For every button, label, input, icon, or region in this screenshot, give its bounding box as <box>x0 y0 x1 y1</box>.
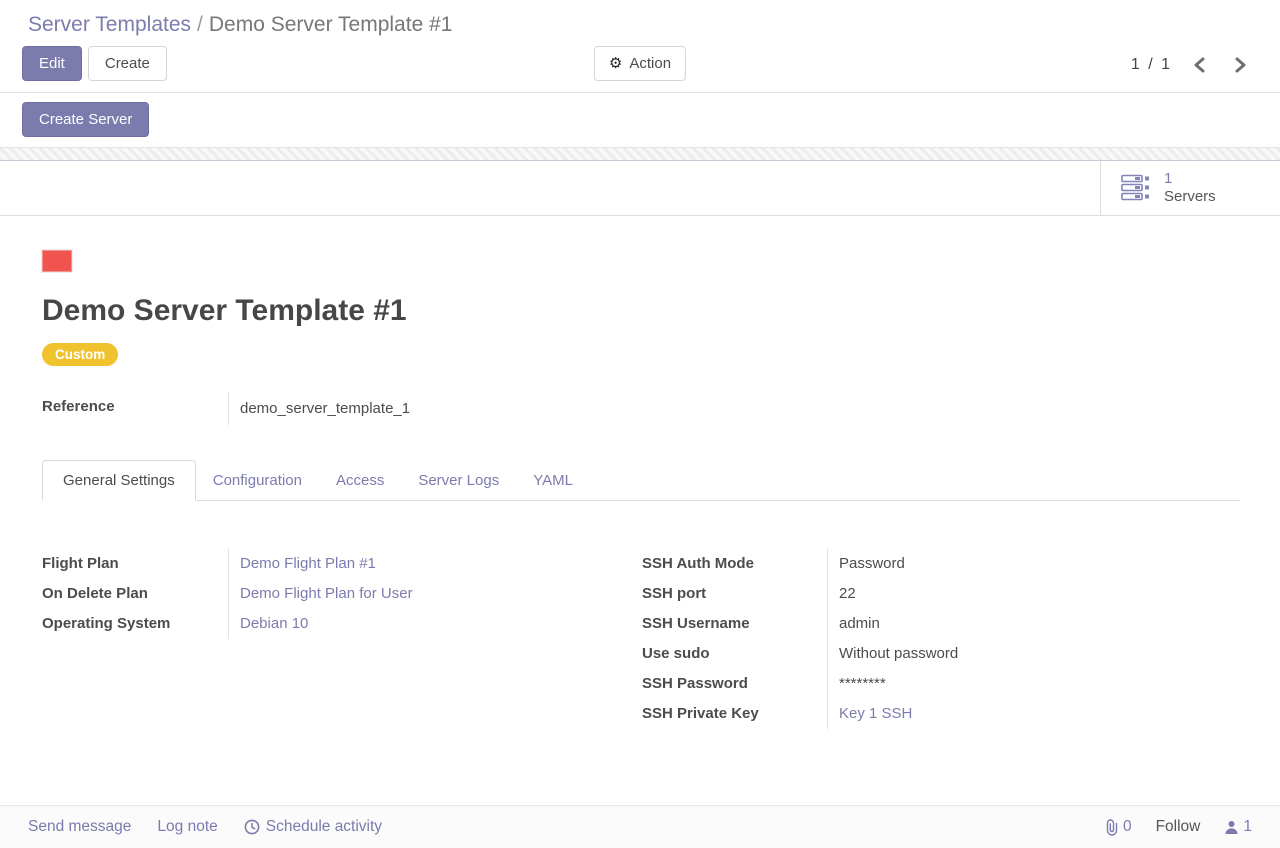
edit-button[interactable]: Edit <box>22 46 82 81</box>
use-sudo-value: Without password <box>827 639 958 669</box>
ssh-password-label: SSH Password <box>642 669 827 699</box>
follow-button[interactable]: Follow <box>1156 818 1201 836</box>
ssh-private-key-value-link[interactable]: Key 1 SSH <box>827 699 912 729</box>
followers-count: 1 <box>1243 818 1252 836</box>
ssh-auth-mode-value: Password <box>827 549 905 579</box>
breadcrumb-separator: / <box>191 13 209 36</box>
paperclip-icon <box>1104 819 1119 836</box>
person-icon <box>1224 820 1239 835</box>
attachments-count: 0 <box>1123 818 1132 836</box>
chevron-right-icon <box>1235 57 1246 73</box>
operating-system-label: Operating System <box>42 609 228 639</box>
fields-left-column: Flight Plan Demo Flight Plan #1 On Delet… <box>42 549 641 729</box>
ssh-port-field-row: SSH port 22 <box>642 579 1240 609</box>
tab-access[interactable]: Access <box>319 461 401 500</box>
attachments-button[interactable]: 0 <box>1104 818 1132 836</box>
pager-previous-button[interactable] <box>1186 53 1213 77</box>
servers-stat-label: Servers <box>1164 188 1216 206</box>
reference-label: Reference <box>42 392 228 425</box>
pager-count: 1 / 1 <box>1131 56 1172 74</box>
clock-icon <box>244 819 260 835</box>
ssh-username-label: SSH Username <box>642 609 827 639</box>
on-delete-plan-label: On Delete Plan <box>42 579 228 609</box>
servers-icon <box>1121 174 1151 202</box>
operating-system-field-row: Operating System Debian 10 <box>42 609 641 639</box>
form-separator <box>0 147 1280 161</box>
form-sheet: Demo Server Template #1 Custom Reference… <box>0 216 1280 729</box>
ssh-auth-mode-label: SSH Auth Mode <box>642 549 827 579</box>
ssh-username-value: admin <box>827 609 880 639</box>
ssh-username-field-row: SSH Username admin <box>642 609 1240 639</box>
on-delete-plan-field-row: On Delete Plan Demo Flight Plan for User <box>42 579 641 609</box>
pager-next-button[interactable] <box>1227 53 1254 77</box>
breadcrumb-current: Demo Server Template #1 <box>209 13 453 36</box>
control-panel: Edit Create ⚙ Action 1 / 1 <box>0 37 1280 93</box>
on-delete-plan-value-link[interactable]: Demo Flight Plan for User <box>228 579 413 609</box>
servers-stat-button[interactable]: 1 Servers <box>1100 161 1280 215</box>
ssh-private-key-field-row: SSH Private Key Key 1 SSH <box>642 699 1240 729</box>
create-server-button[interactable]: Create Server <box>22 102 149 137</box>
tab-general-settings[interactable]: General Settings <box>42 460 196 501</box>
tab-yaml[interactable]: YAML <box>516 461 590 500</box>
flight-plan-label: Flight Plan <box>42 549 228 579</box>
ssh-port-value: 22 <box>827 579 856 609</box>
tab-configuration[interactable]: Configuration <box>196 461 319 500</box>
followers-button[interactable]: 1 <box>1224 818 1252 836</box>
flight-plan-value-link[interactable]: Demo Flight Plan #1 <box>228 549 376 579</box>
gear-icon: ⚙ <box>609 56 622 71</box>
record-title: Demo Server Template #1 <box>42 294 1240 328</box>
ssh-port-label: SSH port <box>642 579 827 609</box>
action-button-label: Action <box>629 56 671 71</box>
reference-value: demo_server_template_1 <box>228 392 410 425</box>
breadcrumb: Server Templates/Demo Server Template #1 <box>0 0 1280 37</box>
custom-badge: Custom <box>42 343 118 366</box>
action-button[interactable]: ⚙ Action <box>594 46 686 81</box>
reference-field-row: Reference demo_server_template_1 <box>42 392 1240 425</box>
use-sudo-field-row: Use sudo Without password <box>642 639 1240 669</box>
ssh-auth-mode-field-row: SSH Auth Mode Password <box>642 549 1240 579</box>
chevron-left-icon <box>1194 57 1205 73</box>
create-button[interactable]: Create <box>88 46 167 81</box>
flight-plan-field-row: Flight Plan Demo Flight Plan #1 <box>42 549 641 579</box>
operating-system-value-link[interactable]: Debian 10 <box>228 609 308 639</box>
send-message-button[interactable]: Send message <box>28 818 131 836</box>
servers-stat-value: 1 <box>1164 170 1216 188</box>
notebook-tabs: General Settings Configuration Access Se… <box>42 461 1240 501</box>
ssh-password-value: ******** <box>827 669 886 699</box>
log-note-button[interactable]: Log note <box>157 818 217 836</box>
tab-page-general-settings: Flight Plan Demo Flight Plan #1 On Delet… <box>42 549 1240 729</box>
pager: 1 / 1 <box>1131 37 1254 93</box>
ssh-private-key-label: SSH Private Key <box>642 699 827 729</box>
form-statusbar: Create Server <box>0 93 1280 147</box>
fields-right-column: SSH Auth Mode Password SSH port 22 SSH U… <box>641 549 1240 729</box>
tab-server-logs[interactable]: Server Logs <box>401 461 516 500</box>
breadcrumb-parent-link[interactable]: Server Templates <box>28 13 191 36</box>
schedule-activity-label: Schedule activity <box>266 818 382 836</box>
record-image[interactable] <box>42 250 72 272</box>
ssh-password-field-row: SSH Password ******** <box>642 669 1240 699</box>
sheet-topbar: 1 Servers <box>0 161 1280 216</box>
schedule-activity-button[interactable]: Schedule activity <box>244 818 382 836</box>
chatter-bar: Send message Log note Schedule activity … <box>0 805 1280 848</box>
use-sudo-label: Use sudo <box>642 639 827 669</box>
